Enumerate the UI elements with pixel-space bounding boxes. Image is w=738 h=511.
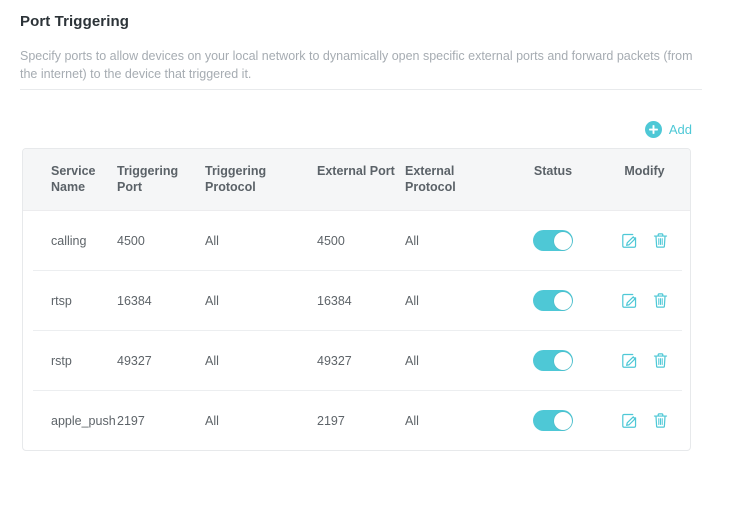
cell-external-port: 16384 <box>317 270 405 331</box>
cell-triggering-protocol: All <box>205 390 317 450</box>
toggle-knob <box>553 291 572 310</box>
toggle-knob <box>553 411 572 430</box>
page-title: Port Triggering <box>20 13 130 30</box>
header-divider <box>20 89 702 90</box>
cell-triggering-port: 4500 <box>117 233 145 248</box>
cell-triggering-port: 2197 <box>117 390 205 450</box>
cell-modify <box>597 390 690 450</box>
table-row: rtsp 16384 All 16384 All <box>23 270 690 331</box>
plus-circle-icon <box>644 121 662 138</box>
cell-status <box>509 211 597 271</box>
column-header-modify: Modify <box>597 149 690 211</box>
cell-status <box>509 390 597 450</box>
add-button-label: Add <box>668 122 692 137</box>
table-row: rstp 49327 All 49327 All <box>23 330 690 391</box>
cell-external-port: 4500 <box>317 233 345 248</box>
cell-triggering-protocol: All <box>205 233 219 248</box>
table-body: calling 4500 All 4500 All rtsp 16384 All… <box>23 211 690 450</box>
status-toggle[interactable] <box>533 230 573 251</box>
page-description: Specify ports to allow devices on your l… <box>20 49 693 81</box>
column-header-external-port: External Port <box>317 149 405 211</box>
cell-triggering-port: 49327 <box>117 330 205 391</box>
cell-status <box>509 330 597 391</box>
port-triggering-page: Port Triggering Specify ports to allow d… <box>0 0 738 511</box>
table-row: apple_push 2197 All 2197 All <box>23 390 690 450</box>
cell-external-protocol: All <box>405 390 509 450</box>
cell-external-protocol: All <box>405 270 509 331</box>
cell-external-protocol: All <box>405 330 509 391</box>
toggle-knob <box>553 231 572 250</box>
status-toggle[interactable] <box>533 290 573 311</box>
cell-triggering-port: 16384 <box>117 270 205 331</box>
column-header-triggering-port: Triggering Port <box>117 149 205 211</box>
column-header-external-protocol: External Protocol <box>405 149 509 211</box>
cell-service-name: rstp <box>23 330 117 391</box>
edit-icon[interactable] <box>621 352 638 369</box>
add-button[interactable]: Add <box>644 121 692 138</box>
status-toggle[interactable] <box>533 410 573 431</box>
column-header-status: Status <box>509 149 597 211</box>
trash-icon[interactable] <box>652 412 669 429</box>
trash-icon[interactable] <box>652 232 669 249</box>
cell-service-name: rtsp <box>23 270 117 331</box>
cell-modify <box>597 330 690 391</box>
cell-triggering-protocol: All <box>205 270 317 331</box>
cell-triggering-protocol: All <box>205 330 317 391</box>
table-row: calling 4500 All 4500 All <box>23 211 690 271</box>
cell-external-protocol: All <box>405 233 419 248</box>
cell-modify <box>597 270 690 331</box>
column-header-service-name: Service Name <box>23 149 117 211</box>
trash-icon[interactable] <box>652 292 669 309</box>
table-header: Service Name Triggering Port Triggering … <box>23 149 690 211</box>
port-triggering-table: Service Name Triggering Port Triggering … <box>22 148 691 451</box>
cell-external-port: 2197 <box>317 390 405 450</box>
edit-icon[interactable] <box>621 232 638 249</box>
edit-icon[interactable] <box>621 292 638 309</box>
table-header-row: Service Name Triggering Port Triggering … <box>23 149 690 211</box>
cell-service-name: apple_push <box>23 390 117 450</box>
column-header-triggering-protocol: Triggering Protocol <box>205 149 317 211</box>
toggle-knob <box>553 351 572 370</box>
trash-icon[interactable] <box>652 352 669 369</box>
cell-status <box>509 270 597 331</box>
cell-service-name: calling <box>51 233 87 248</box>
edit-icon[interactable] <box>621 412 638 429</box>
cell-external-port: 49327 <box>317 330 405 391</box>
status-toggle[interactable] <box>533 350 573 371</box>
cell-modify <box>597 211 690 271</box>
